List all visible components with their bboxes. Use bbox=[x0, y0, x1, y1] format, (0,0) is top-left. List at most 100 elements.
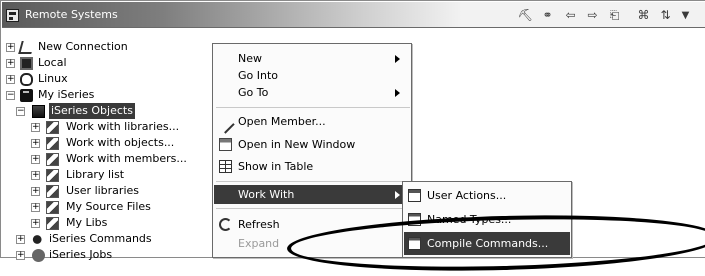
tree-row-label: My Libs bbox=[66, 216, 108, 229]
filter-icon bbox=[46, 153, 59, 166]
iseries-jobs-icon bbox=[32, 249, 45, 262]
tree-row-my-source-files[interactable]: + My Source Files bbox=[1, 199, 213, 215]
home-icon[interactable]: ⎗ bbox=[606, 7, 623, 24]
local-system-icon bbox=[20, 57, 33, 70]
menu-item-open-in-new-window[interactable]: Open in New Window bbox=[214, 135, 410, 154]
submenu-item-user-actions[interactable]: User Actions... bbox=[404, 184, 570, 207]
expand-toggle-icon[interactable]: + bbox=[16, 235, 25, 244]
tree-row-label: iSeries Jobs bbox=[49, 248, 113, 261]
menu-separator bbox=[216, 208, 410, 209]
menu-item-go-to[interactable]: Go To bbox=[214, 83, 410, 102]
new-connection-icon bbox=[18, 41, 35, 54]
tree-row-iseries-jobs[interactable]: + iSeries Jobs bbox=[1, 247, 213, 263]
tree-row-library-list[interactable]: + Library list bbox=[1, 167, 213, 183]
collapse-all-icon[interactable]: ⌘ bbox=[635, 7, 652, 24]
view-menu-icon[interactable]: ▼ bbox=[677, 7, 694, 24]
menu-item-open-member[interactable]: Open Member... bbox=[214, 112, 410, 134]
expand-toggle-icon[interactable]: + bbox=[31, 219, 40, 228]
menu-item-label: Compile Commands... bbox=[427, 237, 549, 250]
menu-separator bbox=[216, 107, 410, 108]
tree-row-label: Library list bbox=[66, 168, 125, 181]
forward-arrow-icon[interactable]: ⇨ bbox=[584, 7, 601, 24]
menu-separator bbox=[216, 181, 410, 182]
menu-item-label: Open Member... bbox=[238, 115, 326, 128]
work-with-submenu: User Actions... Named Types... Compile C… bbox=[402, 181, 572, 258]
tree-row-my-iseries[interactable]: − My iSeries bbox=[1, 87, 201, 103]
library-icon bbox=[46, 185, 59, 198]
tree-row-label: Work with libraries... bbox=[66, 120, 180, 133]
library-icon bbox=[46, 217, 59, 230]
expand-toggle-icon[interactable]: + bbox=[6, 43, 15, 52]
library-icon bbox=[46, 169, 59, 182]
tree-row-iseries-objects[interactable]: − iSeries Objects bbox=[1, 103, 201, 119]
submenu-item-compile-commands[interactable]: Compile Commands... bbox=[404, 232, 570, 255]
expand-toggle-icon[interactable]: + bbox=[6, 75, 15, 84]
submenu-arrow-icon bbox=[395, 191, 400, 199]
expand-toggle-icon[interactable]: + bbox=[31, 155, 40, 164]
expand-toggle-icon[interactable]: + bbox=[31, 187, 40, 196]
iseries-commands-icon bbox=[32, 233, 45, 246]
tree-row-user-libraries[interactable]: + User libraries bbox=[1, 183, 213, 199]
menu-item-label: Show in Table bbox=[238, 160, 314, 173]
tree-row-label: iSeries Commands bbox=[49, 232, 152, 245]
menu-item-label: Refresh bbox=[238, 218, 280, 231]
named-types-icon bbox=[408, 213, 421, 226]
linux-icon bbox=[20, 73, 33, 86]
collapse-toggle-icon[interactable]: − bbox=[16, 107, 25, 116]
tree-row-work-with-members[interactable]: + Work with members... bbox=[1, 151, 213, 167]
filter-icon bbox=[46, 137, 59, 150]
menu-item-label: User Actions... bbox=[427, 189, 507, 202]
remote-systems-icon bbox=[6, 9, 19, 22]
context-menu: New Go Into Go To Open Member... Open in… bbox=[212, 43, 412, 258]
expand-toggle-icon[interactable]: + bbox=[31, 123, 40, 132]
tree-row-local[interactable]: + Local bbox=[1, 55, 201, 71]
collapse-toggle-icon[interactable]: − bbox=[6, 91, 15, 100]
expand-toggle-icon[interactable]: + bbox=[16, 251, 25, 260]
menu-item-refresh[interactable]: Refresh bbox=[214, 215, 410, 234]
tree-row-work-with-libraries[interactable]: + Work with libraries... bbox=[1, 119, 213, 135]
expand-toggle-icon[interactable]: + bbox=[31, 171, 40, 180]
tree-row-label: iSeries Objects bbox=[49, 103, 135, 119]
back-arrow-icon[interactable]: ⇦ bbox=[562, 7, 579, 24]
library-icon bbox=[46, 201, 59, 214]
pencil-icon bbox=[216, 115, 235, 134]
submenu-arrow-icon bbox=[395, 89, 400, 97]
submenu-arrow-icon bbox=[395, 55, 400, 63]
tree-row-label: Linux bbox=[38, 72, 68, 85]
tree-row-label: Work with members... bbox=[66, 152, 187, 165]
menu-item-label: Expand bbox=[238, 237, 280, 250]
tree-row-my-libs[interactable]: + My Libs bbox=[1, 215, 213, 231]
compile-commands-icon bbox=[408, 237, 421, 250]
expand-toggle-icon[interactable]: + bbox=[31, 139, 40, 148]
menu-item-show-in-table[interactable]: Show in Table bbox=[214, 157, 410, 176]
expand-toggle-icon[interactable]: + bbox=[6, 59, 15, 68]
tree-row-label: Local bbox=[38, 56, 67, 69]
menu-item-label: Open in New Window bbox=[238, 138, 356, 151]
menu-item-label: Named Types... bbox=[427, 213, 512, 226]
link-icon[interactable]: ⚭ bbox=[539, 7, 556, 24]
tree-row-new-connection[interactable]: + New Connection bbox=[1, 39, 201, 55]
new-connection-tool-icon[interactable]: ⛏ bbox=[517, 7, 534, 24]
open-window-icon bbox=[219, 138, 232, 151]
tree-row-label: My iSeries bbox=[38, 88, 95, 101]
menu-item-label: Work With bbox=[238, 188, 295, 201]
menu-item-work-with[interactable]: Work With bbox=[214, 185, 410, 204]
iseries-objects-icon bbox=[32, 105, 45, 118]
refresh-icon bbox=[219, 218, 232, 231]
tree-row-label: User libraries bbox=[66, 184, 140, 197]
menu-item-label: Go To bbox=[238, 86, 269, 99]
link-with-editor-icon[interactable]: ⇅ bbox=[657, 7, 674, 24]
user-actions-icon bbox=[408, 189, 421, 202]
iseries-system-icon bbox=[20, 89, 33, 102]
tree-row-label: Work with objects... bbox=[66, 136, 175, 149]
tree-row-label: My Source Files bbox=[66, 200, 151, 213]
tree-row-work-with-objects[interactable]: + Work with objects... bbox=[1, 135, 213, 151]
table-icon bbox=[219, 160, 232, 173]
expand-toggle-icon[interactable]: + bbox=[31, 203, 40, 212]
tree-row-linux[interactable]: + Linux bbox=[1, 71, 201, 87]
connections-tree: + New Connection + Local + Linux − My iS… bbox=[1, 29, 216, 262]
menu-item-expand: Expand bbox=[214, 234, 410, 253]
tree-row-iseries-commands[interactable]: + iSeries Commands bbox=[1, 231, 213, 247]
view-title-bar: Remote Systems ⛏ ⚭ ⇦ ⇨ ⎗ ⌘ ⇅ ▼ bbox=[2, 2, 705, 28]
submenu-item-named-types[interactable]: Named Types... bbox=[404, 208, 570, 231]
